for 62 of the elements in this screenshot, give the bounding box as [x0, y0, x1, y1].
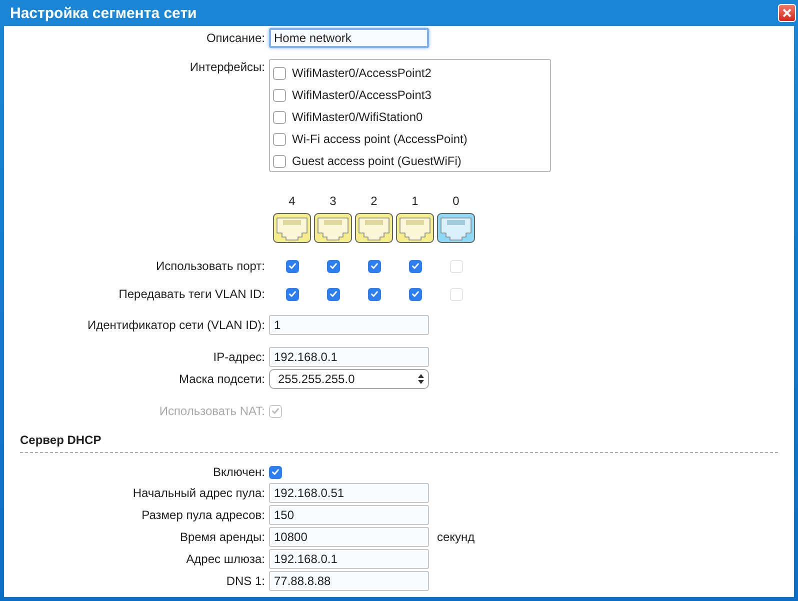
- section-title: Сервер DHCP: [20, 433, 102, 447]
- port-number: 4: [288, 194, 296, 208]
- checkbox[interactable]: [326, 260, 340, 272]
- checkbox[interactable]: [368, 288, 380, 300]
- sort-arrows-icon: [418, 374, 424, 384]
- checkbox[interactable]: [368, 260, 380, 272]
- window-title: Настройка сегмента сети: [10, 4, 197, 22]
- close-button[interactable]: [778, 4, 796, 22]
- input-field[interactable]: 10800: [269, 527, 429, 547]
- unit-label: секунд: [437, 530, 475, 544]
- interface-label: Wi-Fi access point (AccessPoint): [292, 132, 468, 146]
- checkmark-icon: [410, 288, 420, 300]
- checkbox[interactable]: [273, 110, 286, 124]
- checkbox[interactable]: [273, 88, 286, 102]
- checkbox[interactable]: [273, 66, 286, 80]
- checkbox[interactable]: [286, 288, 298, 300]
- field-label: Передавать теги VLAN ID:: [118, 287, 266, 301]
- checkbox[interactable]: [273, 154, 286, 168]
- port-number: 0: [452, 194, 460, 208]
- input-field[interactable]: 192.168.0.1: [269, 549, 429, 569]
- checkbox[interactable]: [273, 132, 286, 146]
- close-icon: [782, 8, 792, 18]
- field-label: Адрес шлюза:: [185, 552, 266, 566]
- interface-label: WifiMaster0/AccessPoint3: [292, 88, 432, 102]
- field-label: Идентификатор сети (VLAN ID):: [86, 318, 266, 332]
- field-label: Использовать NAT:: [158, 404, 266, 418]
- input-field[interactable]: 192.168.0.1: [269, 347, 429, 367]
- checkmark-icon: [368, 288, 380, 300]
- checkmark-icon: [270, 466, 281, 478]
- interface-label: WifiMaster0/WifiStation0: [292, 110, 423, 124]
- field-label: Включен:: [212, 465, 266, 479]
- field-label: Интерфейсы:: [188, 59, 266, 74]
- checkbox[interactable]: [326, 288, 340, 300]
- field-label: Описание:: [205, 31, 266, 45]
- input-field[interactable]: 1: [269, 315, 429, 335]
- port-number: 2: [370, 194, 378, 208]
- description-field[interactable]: Home network: [269, 28, 429, 48]
- checkbox[interactable]: [408, 288, 422, 300]
- checkmark-icon: [410, 260, 420, 272]
- subnet-mask-select[interactable]: 255.255.255.0: [269, 369, 429, 389]
- checkmark-icon: [328, 288, 338, 300]
- checkbox[interactable]: [286, 260, 298, 272]
- field-label: Время аренды:: [178, 530, 266, 544]
- input-field[interactable]: 77.88.8.88: [269, 571, 429, 591]
- checkmark-icon: [286, 288, 298, 300]
- input-field[interactable]: 192.168.0.51: [269, 483, 429, 503]
- checkmark-icon: [328, 260, 338, 272]
- field-label: Размер пула адресов:: [140, 508, 266, 522]
- field-label: Начальный адрес пула:: [132, 486, 266, 500]
- field-label: IP-адрес:: [212, 350, 266, 364]
- port-number: 1: [410, 194, 420, 208]
- field-label: Маска подсети:: [178, 372, 266, 386]
- checkbox[interactable]: [269, 466, 282, 478]
- interface-label: Guest access point (GuestWiFi): [292, 154, 462, 168]
- checkmark-icon: [286, 260, 298, 272]
- field-label: Использовать порт:: [155, 259, 266, 273]
- checkmark-icon: [368, 260, 380, 272]
- field-label: DNS 1:: [225, 574, 266, 588]
- port-number: 3: [328, 194, 338, 208]
- input-field[interactable]: 150: [269, 505, 429, 525]
- checkbox[interactable]: [408, 260, 422, 272]
- interface-label: WifiMaster0/AccessPoint2: [292, 66, 432, 80]
